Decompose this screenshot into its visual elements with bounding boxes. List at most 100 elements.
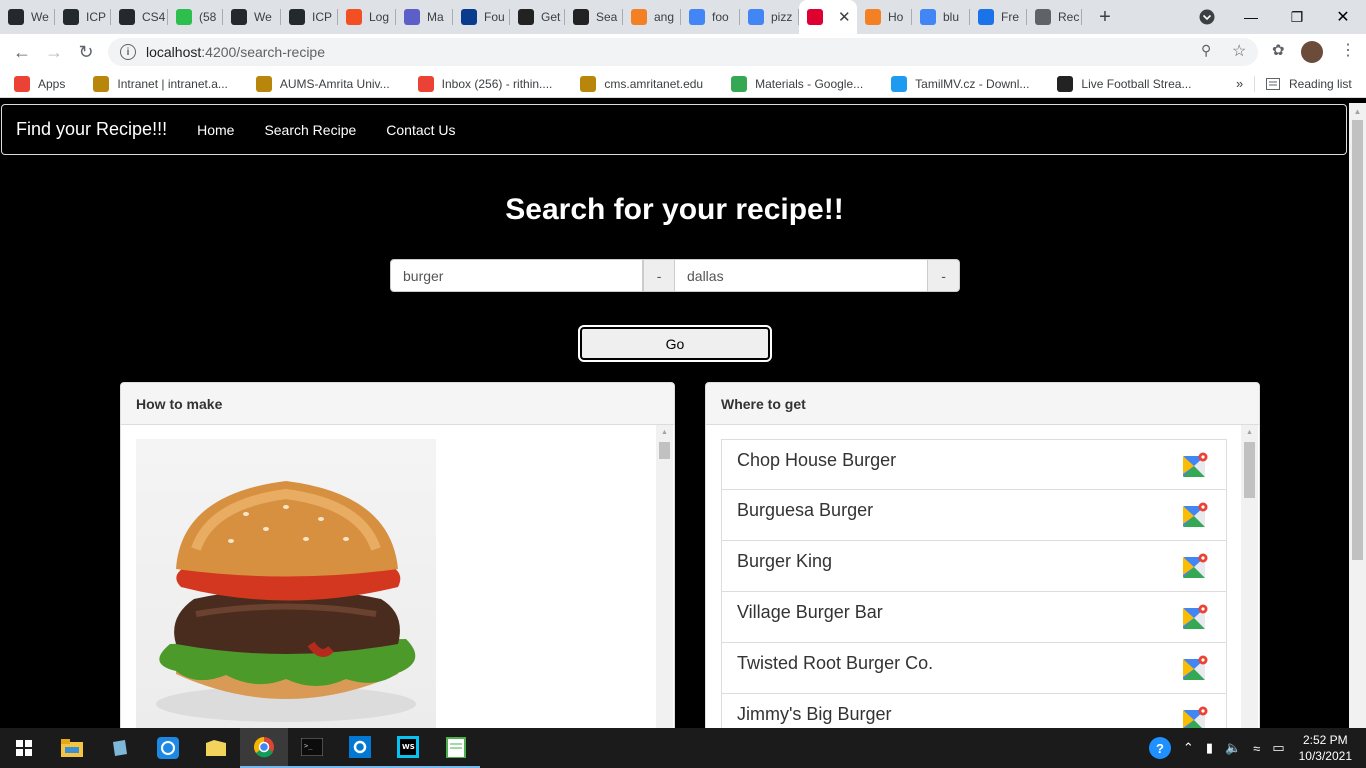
taskbar-clock[interactable]: 2:52 PM 10/3/2021	[1299, 732, 1352, 764]
google-maps-icon[interactable]	[1182, 553, 1208, 579]
scroll-up-arrow[interactable]: ▲	[1241, 425, 1258, 439]
reload-button[interactable]: ↻	[70, 36, 102, 68]
webstorm-icon[interactable]: WS	[384, 728, 432, 768]
minimize-button[interactable]: —	[1228, 0, 1274, 34]
go-button[interactable]: Go	[578, 325, 772, 362]
browser-tab[interactable]: ICP	[281, 0, 338, 34]
browser-tab[interactable]: We	[0, 0, 55, 34]
google-maps-icon[interactable]	[1182, 452, 1208, 478]
browser-tab-strip: We ICP CS4 (58 We ICP Log Ma Fou Get Sea ang foo pizz…	[0, 0, 1366, 34]
bookmark-item[interactable]: cms.amritanet.edu	[580, 75, 703, 92]
url-host: localhost	[146, 44, 202, 60]
how-to-make-scrollbar[interactable]: ▲	[656, 425, 673, 728]
bookmark-item[interactable]: TamilMV.cz - Downl...	[891, 75, 1029, 92]
google-maps-icon[interactable]	[1182, 604, 1208, 630]
back-button[interactable]: ←	[6, 36, 38, 68]
notepad-icon[interactable]	[432, 728, 480, 768]
files-icon[interactable]	[96, 728, 144, 768]
help-icon[interactable]: ?	[1148, 737, 1171, 759]
bookmark-item[interactable]: AUMS-Amrita Univ...	[255, 75, 390, 92]
browser-tab[interactable]: Rec	[1027, 0, 1082, 34]
nav-home[interactable]: Home	[197, 122, 234, 138]
browser-tab[interactable]: We	[223, 0, 281, 34]
browser-tab[interactable]: blu	[912, 0, 970, 34]
bookmark-star-icon[interactable]: ☆	[1232, 41, 1246, 61]
place-list-item[interactable]: Jimmy's Big Burger	[721, 694, 1227, 728]
scroll-up-arrow[interactable]: ▲	[1349, 103, 1366, 120]
settings-icon[interactable]	[336, 728, 384, 768]
browser-tab[interactable]: Get	[510, 0, 565, 34]
menu-kebab-icon[interactable]: ⋮	[1340, 40, 1356, 60]
browser-tab[interactable]: Log	[338, 0, 396, 34]
battery-icon[interactable]: ▮	[1206, 740, 1213, 756]
bookmark-label: Apps	[38, 76, 66, 91]
where-to-get-scrollbar[interactable]: ▲	[1241, 425, 1258, 728]
place-name: Burger King	[737, 551, 833, 571]
forward-button[interactable]: →	[38, 36, 70, 68]
extensions-icon[interactable]: ✿	[1272, 41, 1285, 59]
more-bookmarks-icon[interactable]: »	[1236, 76, 1243, 91]
bookmark-item[interactable]: Materials - Google...	[731, 75, 863, 92]
address-bar[interactable]: i localhost:4200/search-recipe	[108, 38, 1258, 66]
brand-link[interactable]: Find your Recipe!!!	[16, 119, 167, 140]
scroll-thumb[interactable]	[1244, 442, 1255, 498]
browser-tab[interactable]: ✕	[799, 0, 857, 34]
browser-tab[interactable]: Ma	[396, 0, 453, 34]
bookmark-item[interactable]: Apps	[14, 75, 66, 92]
nav-search-recipe[interactable]: Search Recipe	[264, 122, 356, 138]
browser-tab[interactable]: ang	[623, 0, 681, 34]
location-pin-icon[interactable]: ⚲	[1201, 42, 1211, 59]
place-list-item[interactable]: Burguesa Burger	[721, 490, 1227, 541]
page-scroll-thumb[interactable]	[1352, 120, 1363, 560]
browser-tab[interactable]: pizz	[740, 0, 799, 34]
place-list-item[interactable]: Burger King	[721, 541, 1227, 592]
stackoverflow-icon	[518, 9, 534, 25]
browser-tab[interactable]: foo	[681, 0, 740, 34]
close-tab-icon[interactable]: ✕	[838, 8, 851, 26]
close-window-button[interactable]: ✕	[1320, 0, 1366, 34]
info-icon[interactable]: i	[120, 44, 136, 60]
file-explorer-icon[interactable]	[48, 728, 96, 768]
folder-icon[interactable]	[192, 728, 240, 768]
google-maps-icon[interactable]	[1182, 655, 1208, 681]
browser-tab[interactable]: Sea	[565, 0, 623, 34]
browser-tab[interactable]: Ho	[857, 0, 912, 34]
new-tab-button[interactable]: +	[1090, 6, 1120, 29]
page-scrollbar[interactable]: ▲	[1349, 103, 1366, 728]
recipe-input[interactable]: burger	[390, 259, 644, 292]
windows-start-icon[interactable]	[0, 728, 48, 768]
google-maps-icon[interactable]	[1182, 502, 1208, 528]
where-to-get-heading: Where to get	[706, 383, 1259, 425]
bookmarks-bar: Apps Intranet | intranet.a... AUMS-Amrita …	[0, 70, 1366, 98]
terminal-icon[interactable]: >_	[288, 728, 336, 768]
bookmark-item[interactable]: Intranet | intranet.a...	[93, 75, 228, 92]
github-icon	[119, 9, 135, 25]
tab-search-button[interactable]	[1184, 0, 1230, 34]
bookmark-item[interactable]: Live Football Strea...	[1057, 75, 1191, 92]
bookmark-item[interactable]: Inbox (256) - rithin....	[417, 75, 552, 92]
restore-button[interactable]: ❐	[1274, 0, 1320, 34]
location-input[interactable]: dallas	[675, 259, 929, 292]
volume-icon[interactable]: 🔈	[1225, 740, 1241, 756]
chevron-up-icon[interactable]: ⌃	[1183, 740, 1194, 756]
browser-tab[interactable]: CS4	[111, 0, 168, 34]
scroll-up-arrow[interactable]: ▲	[656, 425, 673, 439]
chrome-icon[interactable]	[240, 728, 288, 768]
place-list-item[interactable]: Chop House Burger	[721, 439, 1227, 490]
reading-list-button[interactable]: Reading list	[1266, 77, 1352, 91]
place-list-item[interactable]: Twisted Root Burger Co.	[721, 643, 1227, 694]
browser-tab[interactable]: (58	[168, 0, 223, 34]
notification-icon[interactable]: ▭	[1272, 740, 1284, 756]
browser-tab[interactable]: ICP	[55, 0, 111, 34]
wifi-icon[interactable]: ≈	[1253, 741, 1260, 756]
nav-contact-us[interactable]: Contact Us	[386, 122, 455, 138]
profile-avatar[interactable]	[1301, 41, 1323, 63]
browser-tab[interactable]: Fou	[453, 0, 510, 34]
amrita-icon	[93, 75, 110, 92]
sync-icon[interactable]	[144, 728, 192, 768]
google-maps-icon[interactable]	[1182, 706, 1208, 728]
scroll-thumb[interactable]	[659, 442, 670, 459]
tab-label: Ma	[427, 10, 444, 24]
browser-tab[interactable]: Fre	[970, 0, 1027, 34]
place-list-item[interactable]: Village Burger Bar	[721, 592, 1227, 643]
